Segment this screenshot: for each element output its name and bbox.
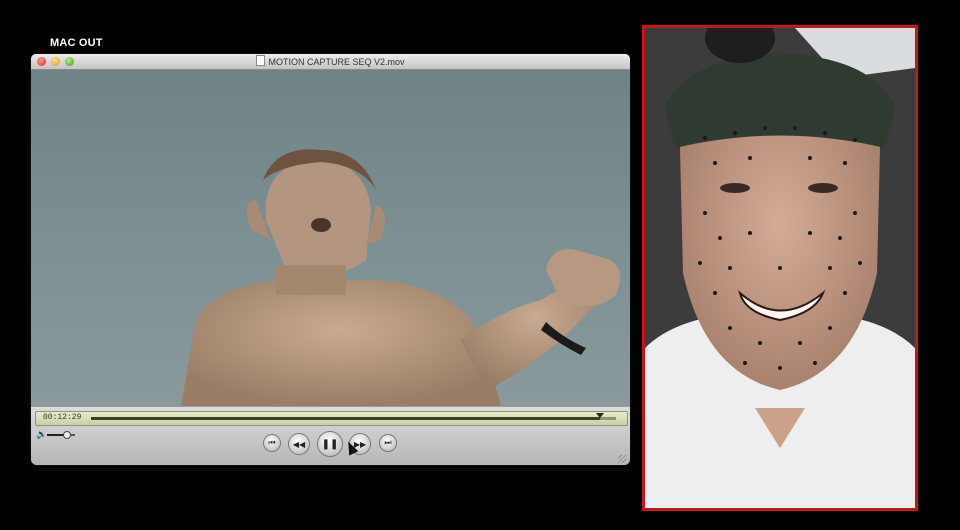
speaker-icon: 🔈 [36,429,48,439]
quicktime-player-window: MOTION CAPTURE SEQ V2.mov 00:12:29 🔈 ⏮ ◀… [31,54,630,465]
video-frame[interactable] [31,70,630,406]
pause-icon: ❚❚ [321,438,339,450]
window-title-container: MOTION CAPTURE SEQ V2.mov [31,55,630,67]
playhead-handle[interactable] [596,413,605,418]
mac-out-label: MAC OUT [50,37,103,49]
video-content-image [181,149,620,406]
progress-fill [91,417,601,420]
skip-forward-icon: ⏭ [384,438,392,447]
progress-track[interactable] [91,413,616,420]
skip-back-icon: ⏮ [268,438,276,447]
movie-file-icon [256,55,266,66]
current-timecode: 00:12:29 [43,413,82,422]
resize-grip[interactable] [618,455,626,463]
rewind-icon: ◀◀ [292,439,306,449]
volume-knob[interactable] [62,431,71,439]
window-title: MOTION CAPTURE SEQ V2.mov [268,57,405,67]
go-to-end-button[interactable]: ⏭ [379,434,397,452]
rewind-button[interactable]: ◀◀ [288,433,310,455]
volume-slider[interactable] [47,431,75,439]
time-scrubber[interactable]: 00:12:29 [35,411,628,426]
go-to-start-button[interactable]: ⏮ [263,434,281,452]
pause-button[interactable]: ❚❚ [317,431,343,457]
playback-controls: 00:12:29 🔈 ⏮ ◀◀ ❚❚ ▶▶ ⏭ [31,406,630,465]
title-bar[interactable]: MOTION CAPTURE SEQ V2.mov [31,54,630,70]
facecam-image [645,28,915,508]
facecam-video-panel [642,25,918,511]
